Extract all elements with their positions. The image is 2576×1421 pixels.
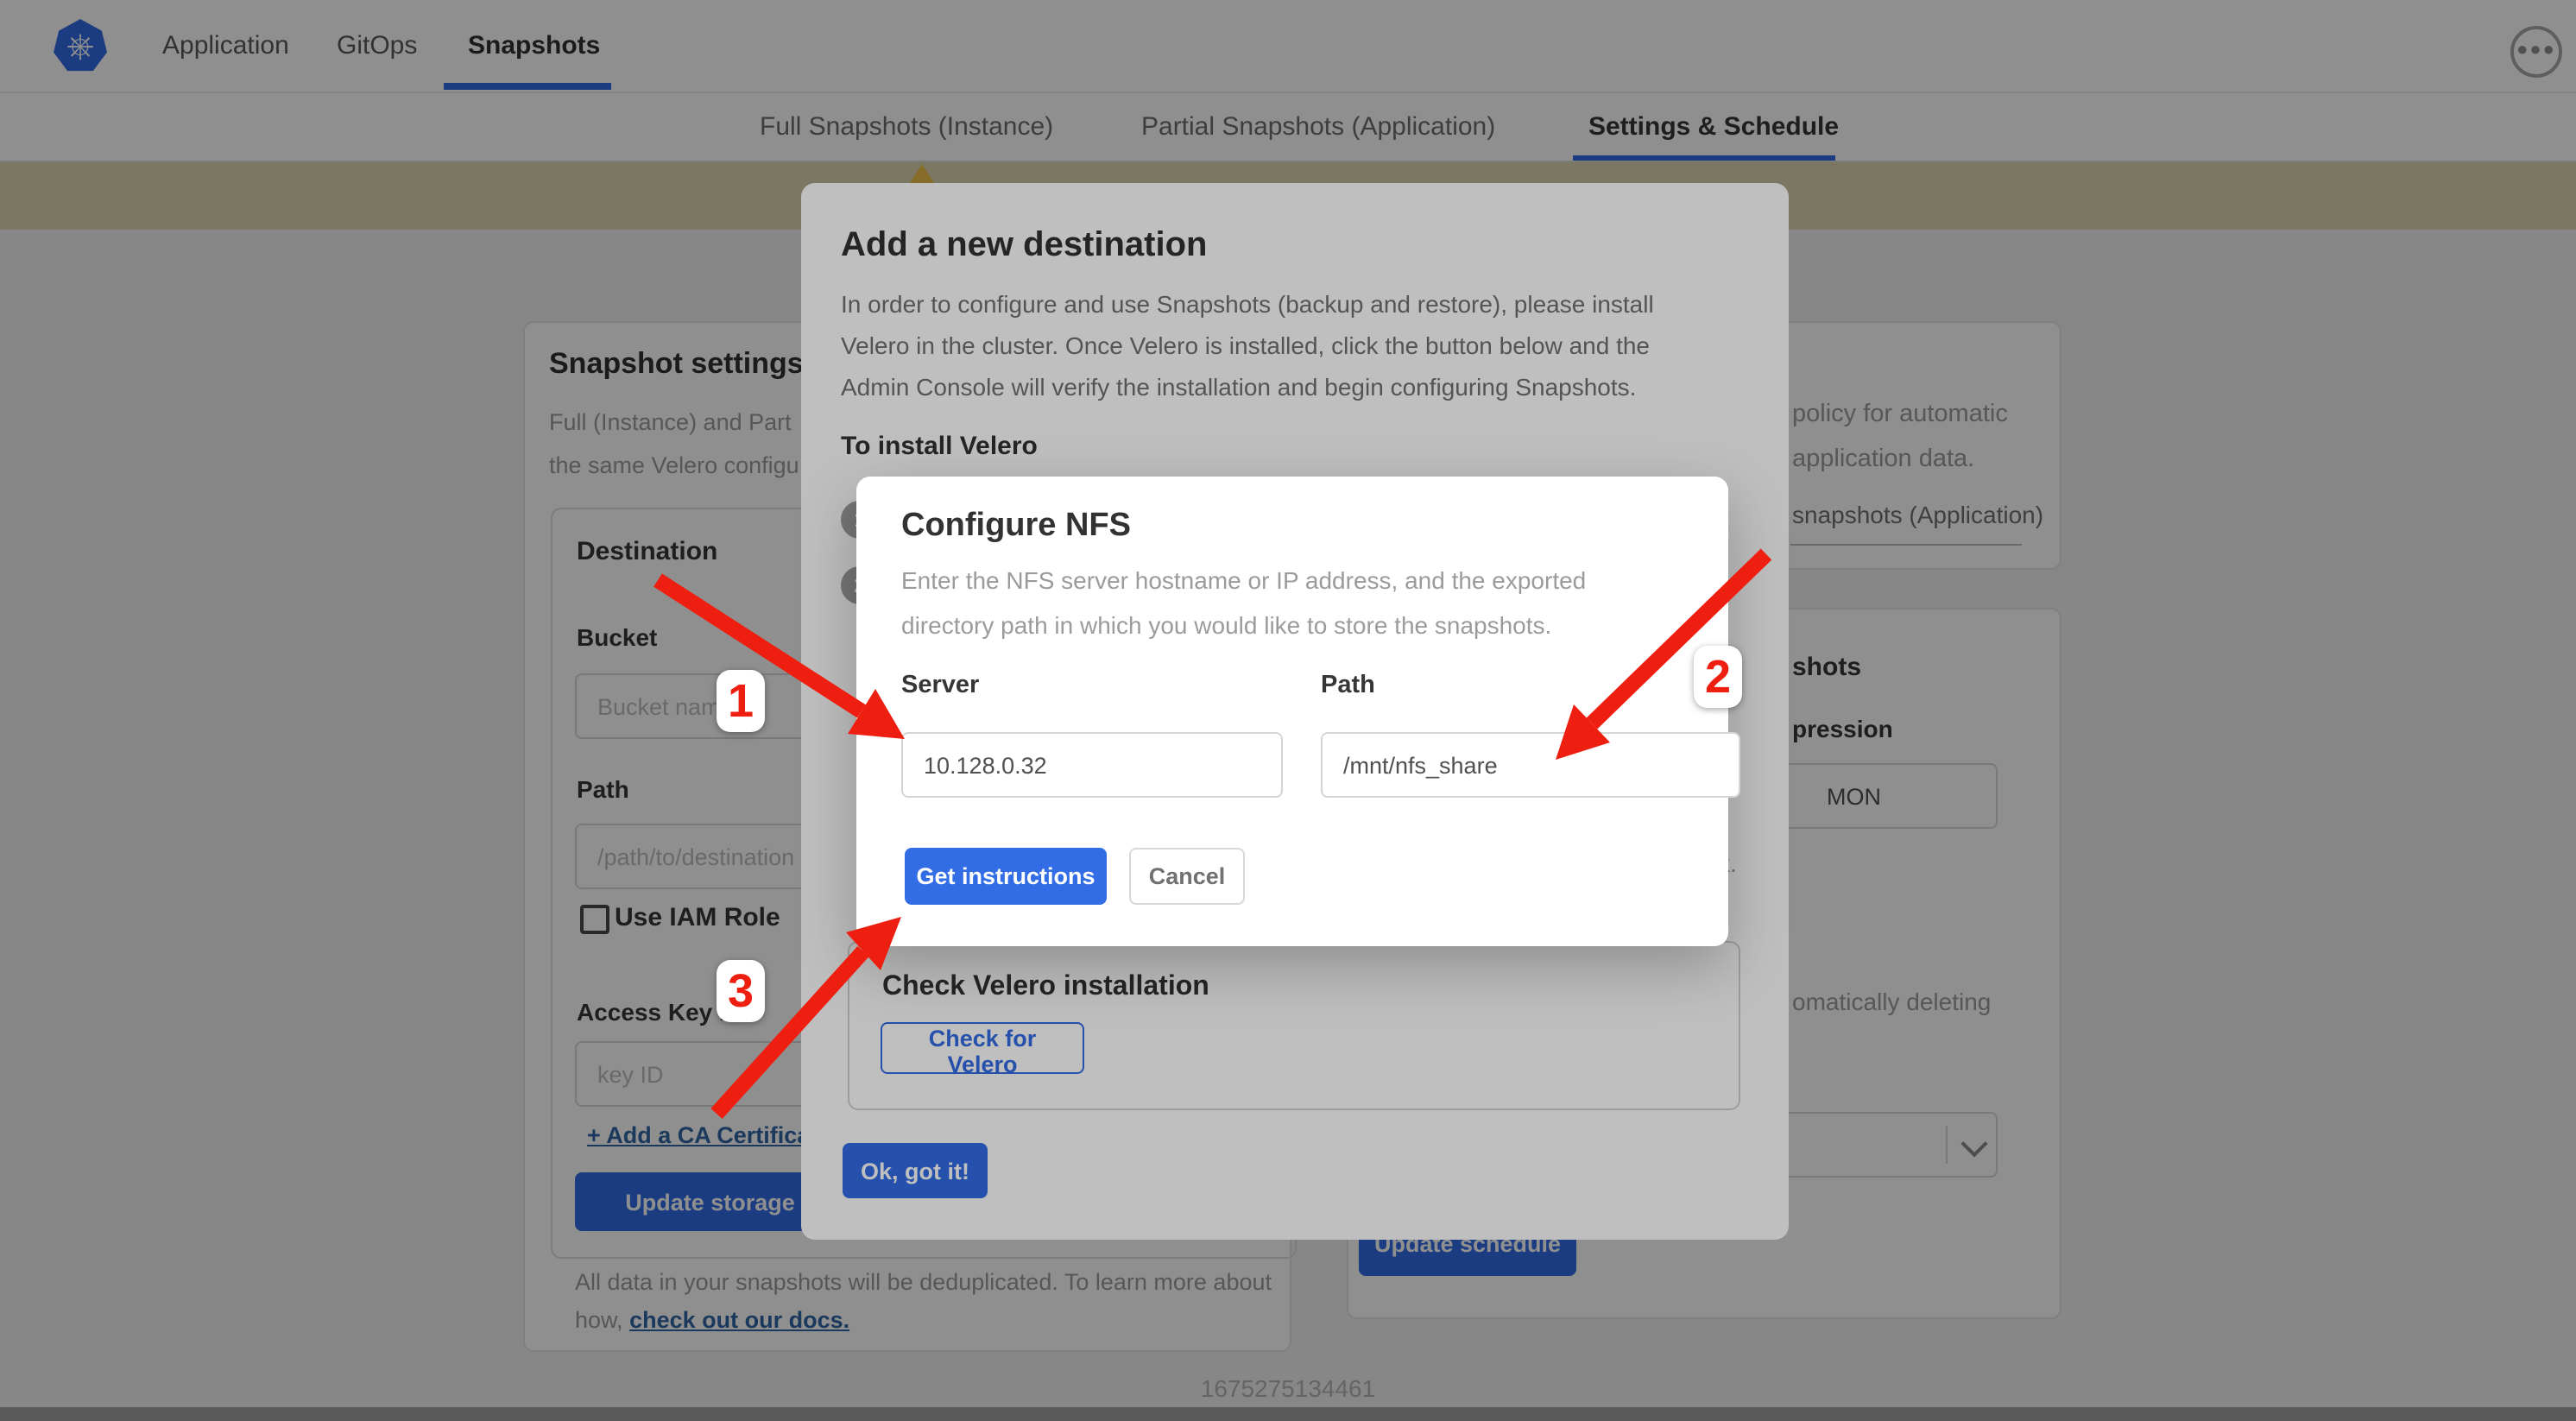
nfs-dialog-title: Configure NFS bbox=[901, 508, 1131, 546]
nfs-description-line1: Enter the NFS server hostname or IP addr… bbox=[901, 566, 1586, 594]
server-label: Server bbox=[901, 672, 979, 699]
get-instructions-button[interactable]: Get instructions bbox=[905, 848, 1107, 905]
configure-nfs-dialog: Configure NFS Enter the NFS server hostn… bbox=[856, 477, 1728, 946]
admin-console-page: ⎈ Application GitOps Snapshots ●●● Full … bbox=[0, 0, 2576, 1421]
cancel-button[interactable]: Cancel bbox=[1129, 848, 1245, 905]
nfs-path-input[interactable] bbox=[1321, 732, 1740, 798]
server-input[interactable] bbox=[901, 732, 1283, 798]
nfs-description-line2: directory path in which you would like t… bbox=[901, 611, 1551, 639]
nfs-path-label: Path bbox=[1321, 672, 1375, 699]
